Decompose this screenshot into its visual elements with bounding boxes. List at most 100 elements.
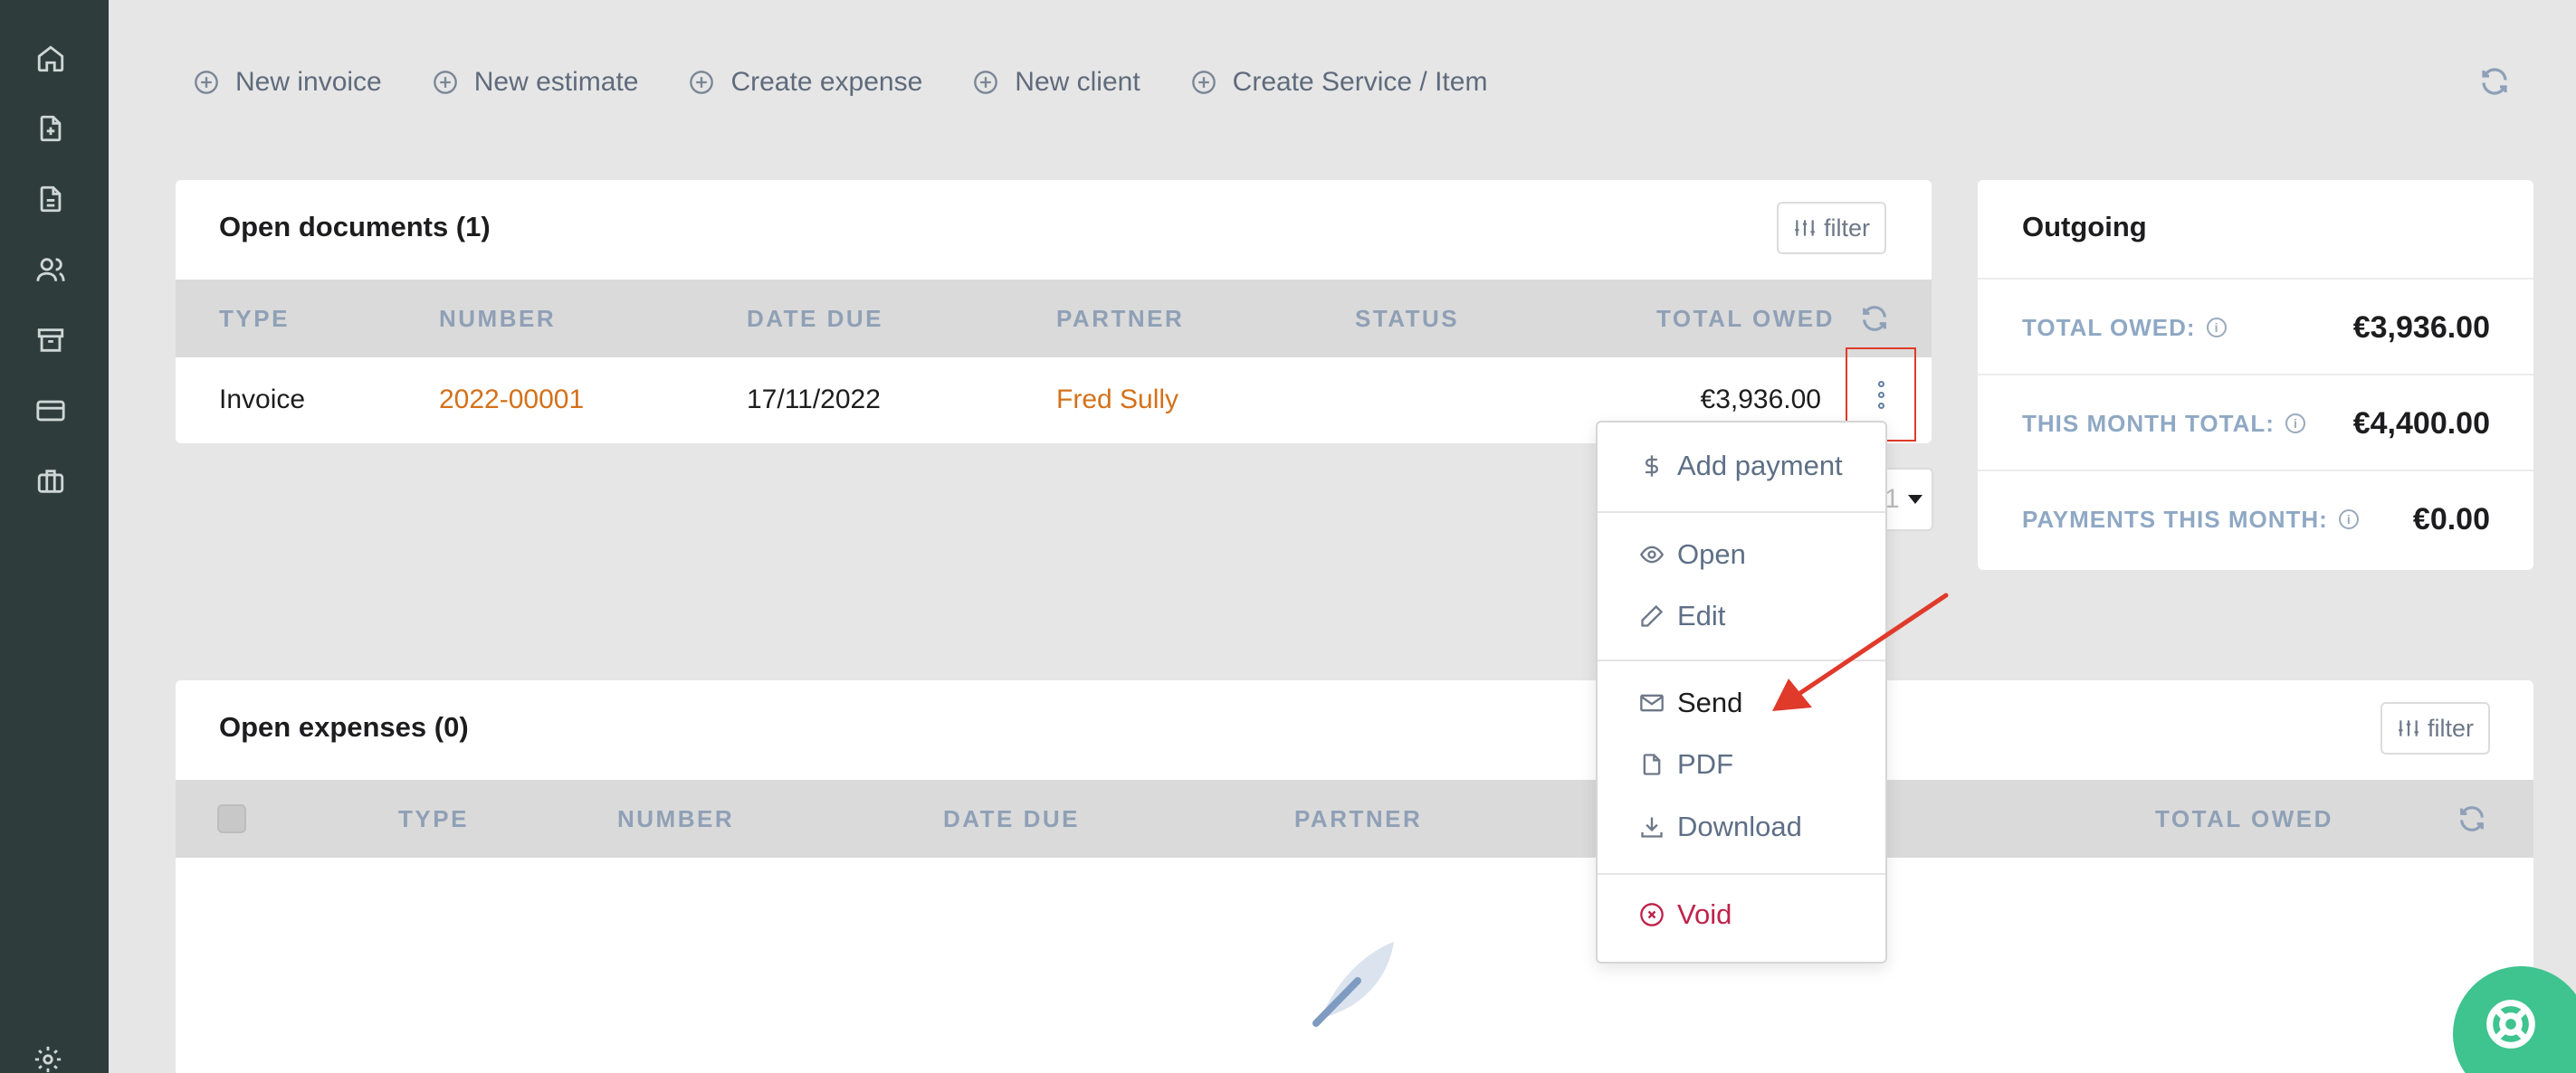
total-owed-label-text: TOTAL OWED:: [2022, 314, 2196, 341]
row-total-owed: €3,936.00: [1700, 385, 1821, 414]
eye-icon: [1639, 546, 1665, 564]
menu-open-label: Open: [1677, 538, 1746, 570]
outgoing-payments-row: PAYMENTS THIS MONTH: i €0.00: [1978, 470, 2533, 565]
expenses-table-header: TYPE NUMBER DATE DUE PARTNER TOTAL OWED: [176, 780, 2533, 858]
column-header-total-owed[interactable]: TOTAL OWED: [1656, 280, 1835, 357]
documents-filter-label: filter: [1823, 214, 1870, 242]
expenses-filter-label: filter: [2427, 714, 2474, 742]
new-estimate-label: New estimate: [473, 67, 639, 97]
annotation-arrow: [1772, 593, 1949, 711]
plus-circle-icon: [1191, 71, 1216, 94]
sliders-icon: [2399, 720, 2419, 736]
home-icon[interactable]: [33, 41, 69, 77]
new-client-button[interactable]: New client: [973, 67, 1140, 98]
create-expense-button[interactable]: Create expense: [689, 67, 922, 98]
expense-column-date-due[interactable]: DATE DUE: [943, 780, 1080, 858]
total-owed-label: TOTAL OWED: i: [2022, 280, 2227, 375]
payments-month-label-text: PAYMENTS THIS MONTH:: [2022, 506, 2328, 533]
info-icon[interactable]: i: [2285, 413, 2305, 433]
archive-icon[interactable]: [33, 322, 69, 358]
create-service-item-label: Create Service / Item: [1232, 67, 1488, 97]
total-owed-value: €3,936.00: [2352, 310, 2490, 345]
menu-divider: [1598, 873, 1885, 875]
pencil-icon: [1641, 604, 1664, 627]
feather-icon: [1312, 942, 1394, 1027]
column-header-status[interactable]: STATUS: [1355, 280, 1459, 357]
page-size-select[interactable]: 1: [1884, 468, 1933, 531]
gear-icon[interactable]: [33, 1044, 69, 1073]
file-icon: [1643, 754, 1661, 775]
download-icon: [1641, 817, 1663, 838]
column-header-partner[interactable]: PARTNER: [1056, 280, 1184, 357]
open-documents-title: Open documents (1): [219, 211, 491, 242]
menu-edit[interactable]: Edit: [1639, 600, 1725, 632]
documents-filter-button[interactable]: filter: [1776, 202, 1886, 254]
quick-actions-bar: New invoice New estimate Create expense …: [194, 63, 1487, 101]
column-header-type[interactable]: TYPE: [219, 280, 290, 357]
expense-column-number[interactable]: NUMBER: [617, 780, 734, 858]
row-number-link[interactable]: 2022-00001: [439, 382, 584, 418]
plus-circle-icon: [195, 71, 218, 94]
expense-column-type[interactable]: TYPE: [398, 780, 469, 858]
select-all-checkbox[interactable]: [217, 804, 246, 833]
users-icon[interactable]: [33, 252, 69, 288]
table-refresh-icon[interactable]: [1859, 303, 1890, 334]
menu-send[interactable]: Send: [1639, 687, 1742, 719]
x-circle-icon: [1640, 903, 1664, 926]
credit-card-icon[interactable]: [33, 393, 69, 429]
outgoing-card: Outgoing TOTAL OWED: i €3,936.00 THIS MO…: [1978, 180, 2533, 570]
refresh-icon[interactable]: [2475, 62, 2514, 101]
outgoing-total-owed-row: TOTAL OWED: i €3,936.00: [1978, 278, 2533, 374]
column-header-date-due[interactable]: DATE DUE: [747, 280, 883, 357]
menu-void[interactable]: Void: [1639, 898, 1732, 931]
row-type: Invoice: [219, 385, 306, 414]
new-invoice-button[interactable]: New invoice: [194, 67, 382, 98]
plus-circle-icon: [690, 71, 714, 94]
dollar-icon: [1646, 455, 1658, 477]
new-client-label: New client: [1015, 67, 1140, 97]
expenses-refresh-icon[interactable]: [2457, 803, 2487, 834]
menu-pdf-label: PDF: [1677, 748, 1733, 780]
open-expenses-title: Open expenses (0): [219, 711, 469, 743]
file-icon[interactable]: [33, 181, 69, 217]
month-total-value: €4,400.00: [2352, 406, 2490, 441]
plus-circle-icon: [974, 71, 998, 94]
menu-pdf[interactable]: PDF: [1639, 748, 1733, 781]
new-invoice-label: New invoice: [235, 67, 382, 97]
create-expense-label: Create expense: [730, 67, 923, 97]
month-total-label: THIS MONTH TOTAL: i: [2022, 375, 2305, 471]
column-header-number[interactable]: NUMBER: [439, 280, 556, 357]
lifebuoy-icon: [2486, 1000, 2535, 1049]
file-plus-icon[interactable]: [33, 110, 69, 147]
menu-open[interactable]: Open: [1639, 538, 1746, 571]
open-documents-card: Open documents (1) filter TYPE NUMBER DA…: [176, 180, 1932, 443]
menu-send-label: Send: [1677, 687, 1743, 718]
caret-down-icon: [1908, 495, 1922, 504]
outgoing-month-total-row: THIS MONTH TOTAL: i €4,400.00: [1978, 374, 2533, 470]
sliders-icon: [1795, 220, 1815, 236]
expense-column-partner[interactable]: PARTNER: [1294, 780, 1422, 858]
row-date-due: 17/11/2022: [747, 385, 881, 414]
documents-table-header: TYPE NUMBER DATE DUE PARTNER STATUS TOTA…: [176, 280, 1932, 357]
info-icon[interactable]: i: [2206, 318, 2227, 337]
expense-column-total-owed[interactable]: TOTAL OWED: [2155, 780, 2333, 858]
sidebar: [0, 0, 109, 1073]
menu-edit-label: Edit: [1677, 600, 1726, 631]
month-total-label-text: THIS MONTH TOTAL:: [2022, 410, 2275, 437]
create-service-item-button[interactable]: Create Service / Item: [1191, 67, 1488, 98]
payments-month-value: €0.00: [2412, 502, 2490, 536]
expenses-filter-button[interactable]: filter: [2380, 702, 2490, 755]
mail-icon: [1640, 694, 1664, 712]
menu-add-payment[interactable]: Add payment: [1639, 450, 1843, 482]
new-estimate-button[interactable]: New estimate: [433, 67, 639, 98]
menu-download-label: Download: [1677, 811, 1802, 842]
row-partner-link[interactable]: Fred Sully: [1056, 382, 1178, 418]
info-icon[interactable]: i: [2338, 509, 2359, 529]
briefcase-icon[interactable]: [33, 463, 69, 499]
payments-month-label: PAYMENTS THIS MONTH: i: [2022, 471, 2359, 567]
menu-divider: [1598, 511, 1885, 513]
plus-circle-icon: [433, 71, 457, 94]
menu-download[interactable]: Download: [1639, 811, 1802, 843]
outgoing-title: Outgoing: [2022, 211, 2147, 242]
menu-add-payment-label: Add payment: [1677, 450, 1843, 481]
